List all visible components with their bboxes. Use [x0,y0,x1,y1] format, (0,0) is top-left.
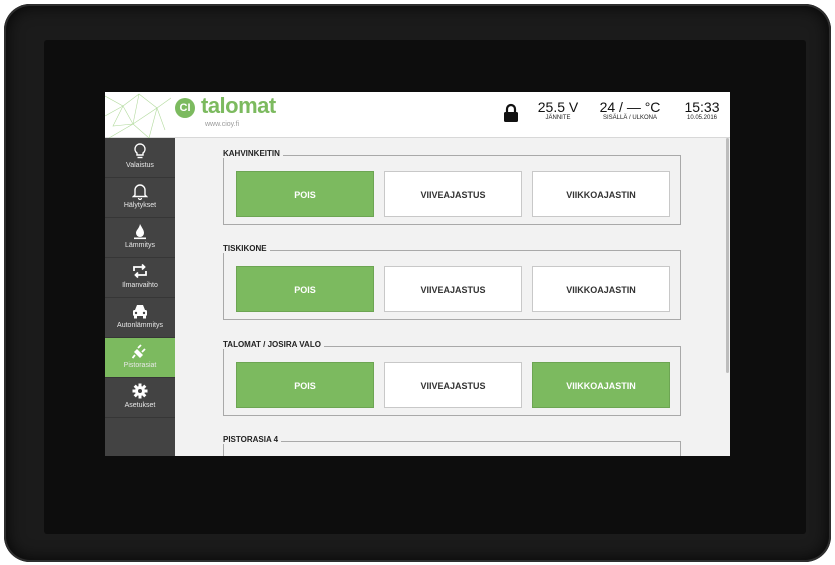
clock-date: 10.05.2016 [686,115,718,121]
gear-icon [132,383,148,399]
mesh-decoration [105,93,171,138]
viiveajastus-button[interactable]: VIIVEAJASTUS [384,266,522,312]
voltage-label: JÄNNITE [545,115,571,121]
viiveajastus-button[interactable]: VIIVEAJASTUS [384,362,522,408]
flame-icon [134,224,146,240]
sidebar-item-lammitys[interactable]: Lämmitys [105,218,175,258]
scrollbar[interactable] [726,138,729,373]
clock-readout: 15:33 10.05.2016 [677,100,727,122]
viikkoajastin-button[interactable]: VIIKKOAJASTIN [532,362,670,408]
temperature-label: SISÄLLÄ / ULKONA [602,115,658,121]
clock-time: 15:33 [684,99,720,115]
voltage-readout: 25.5 V JÄNNITE [533,100,583,122]
group-title: KAHVINKEITIN [223,149,283,158]
sidebar-item-autonlammitys[interactable]: Autonlämmitys [105,298,175,338]
group-title: TISKIKONE [223,244,270,253]
temperature-value: 24 / — °C [599,99,661,115]
bell-icon [132,184,148,200]
temperature-readout: 24 / — °C SISÄLLÄ / ULKONA [595,100,665,122]
lightbulb-icon [134,143,146,159]
sidebar-item-label: Pistorasiat [123,362,157,369]
socket-group-talomat-josira-valo: TALOMAT / JOSIRA VALO POIS VIIVEAJASTUS … [223,340,681,416]
sidebar-item-halytykset[interactable]: Hälytykset [105,178,175,218]
sidebar-item-asetukset[interactable]: Asetukset [105,378,175,418]
socket-group-pistorasia-4: PISTORASIA 4 [223,435,681,456]
sidebar-item-label: Asetukset [124,402,156,409]
sidebar-item-label: Autonlämmitys [117,322,163,329]
group-title: PISTORASIA 4 [223,435,282,444]
car-icon [133,305,147,319]
viiveajastus-button[interactable]: VIIVEAJASTUS [384,171,522,217]
logo-url: www.cioy.fi [205,121,240,128]
lock-icon[interactable] [503,103,519,123]
sidebar-item-ilmanvaihto[interactable]: Ilmanvaihto [105,258,175,298]
pois-button[interactable]: POIS [236,266,374,312]
sidebar-item-label: Lämmitys [125,242,155,249]
socket-group-tiskikone: TISKIKONE POIS VIIVEAJASTUS VIIKKOAJASTI… [223,244,681,320]
sidebar: Valaistus Hälytykset Lämmitys Ilmanvaiht… [105,138,175,456]
voltage-value: 25.5 V [537,99,579,115]
recycle-icon [133,263,147,279]
sidebar-item-label: Valaistus [126,162,154,169]
screen: CI talomat www.cioy.fi 25.5 V JÄNNITE 24… [105,92,730,456]
content-area: KAHVINKEITIN POIS VIIVEAJASTUS VIIKKOAJA… [175,138,730,456]
sidebar-item-valaistus[interactable]: Valaistus [105,138,175,178]
pois-button[interactable]: POIS [236,171,374,217]
socket-group-kahvinkeitin: KAHVINKEITIN POIS VIIVEAJASTUS VIIKKOAJA… [223,149,681,225]
sidebar-item-pistorasiat[interactable]: Pistorasiat [105,338,175,378]
logo-badge: CI [175,98,195,118]
plug-icon [132,344,146,359]
pois-button[interactable]: POIS [236,362,374,408]
group-title: TALOMAT / JOSIRA VALO [223,340,324,349]
viikkoajastin-button[interactable]: VIIKKOAJASTIN [532,266,670,312]
sidebar-item-label: Ilmanvaihto [122,282,158,289]
header-bar: CI talomat www.cioy.fi 25.5 V JÄNNITE 24… [105,92,730,138]
logo-text: talomat [201,93,276,118]
sidebar-item-label: Hälytykset [123,202,157,209]
viikkoajastin-button[interactable]: VIIKKOAJASTIN [532,171,670,217]
